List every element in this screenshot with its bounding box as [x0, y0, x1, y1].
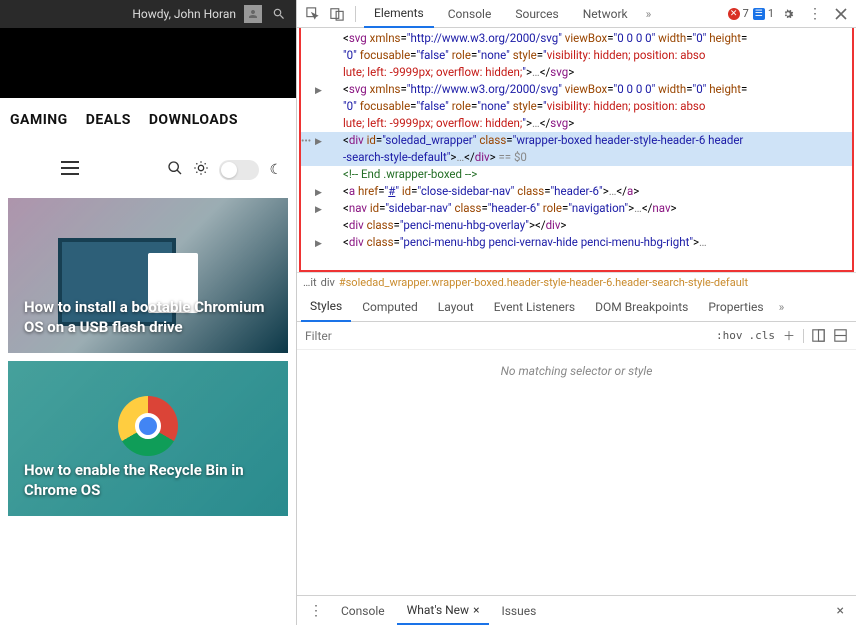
panel-layout-icon[interactable] — [832, 328, 848, 344]
styles-filter-input[interactable] — [305, 329, 461, 343]
error-count[interactable]: ✕7 — [728, 7, 749, 20]
devtools-drawer: ⋮ Console What's New× Issues × — [297, 595, 856, 625]
dom-node[interactable]: "0" focusable="false" role="none" style=… — [301, 47, 852, 64]
close-tab-icon[interactable]: × — [473, 603, 479, 617]
site-header-band — [0, 28, 296, 98]
site-nav: GAMING DEALS DOWNLOADS — [0, 98, 296, 142]
theme-toggle[interactable] — [219, 160, 259, 180]
tab-console[interactable]: Console — [438, 1, 502, 27]
tab-network[interactable]: Network — [573, 1, 638, 27]
dom-node[interactable]: lute; left: -9999px; overflow: hidden;">… — [301, 64, 852, 81]
dom-node-selected[interactable]: -search-style-default">…</div> == $0 — [301, 149, 852, 166]
dom-node-selected[interactable]: •••▶<div id="soledad_wrapper" class="wra… — [301, 132, 852, 149]
device-toggle-icon[interactable] — [327, 4, 347, 24]
drawer-tab-console[interactable]: Console — [331, 598, 395, 624]
tab-styles[interactable]: Styles — [301, 292, 351, 322]
site-toolbar: ☾ — [0, 142, 296, 198]
tab-elements[interactable]: Elements — [364, 0, 434, 28]
kebab-icon[interactable]: ⋮ — [802, 6, 828, 22]
inspect-icon[interactable] — [303, 4, 323, 24]
dom-node[interactable]: ▶<a href="#" id="close-sidebar-nav" clas… — [301, 183, 852, 200]
dom-comment[interactable]: <!-- End .wrapper-boxed --> — [301, 166, 852, 183]
dom-node[interactable]: ▶<nav id="sidebar-nav" class="header-6" … — [301, 200, 852, 217]
devtools-pane: Elements Console Sources Network » ✕7 ☰1… — [296, 0, 856, 625]
article-title: How to install a bootable Chromium OS on… — [24, 297, 272, 338]
tab-properties[interactable]: Properties — [699, 293, 772, 321]
moon-icon[interactable]: ☾ — [269, 162, 282, 178]
drawer-tab-issues[interactable]: Issues — [491, 598, 546, 624]
no-match-text: No matching selector or style — [501, 364, 653, 378]
devtools-toolbar: Elements Console Sources Network » ✕7 ☰1… — [297, 0, 856, 28]
search-icon[interactable] — [270, 5, 288, 23]
gear-icon[interactable] — [778, 4, 798, 24]
drawer-tab-whatsnew[interactable]: What's New× — [397, 597, 490, 625]
avatar-icon[interactable] — [244, 5, 262, 23]
breadcrumb-tag[interactable]: div — [321, 276, 335, 289]
breadcrumb-ellipsis: …it — [303, 276, 317, 289]
more-style-tabs-icon[interactable]: » — [775, 300, 789, 314]
dom-node[interactable]: ▶<svg xmlns="http://www.w3.org/2000/svg"… — [301, 81, 852, 98]
nav-downloads[interactable]: DOWNLOADS — [149, 112, 238, 128]
nav-gaming[interactable]: GAMING — [10, 112, 68, 128]
dom-node[interactable]: ▶<div class="penci-menu-hbg penci-vernav… — [301, 234, 852, 251]
computed-toggle-icon[interactable] — [810, 328, 826, 344]
article-card[interactable]: How to enable the Recycle Bin in Chrome … — [8, 361, 288, 516]
close-devtools-icon[interactable] — [832, 5, 850, 23]
new-style-icon[interactable]: ＋ — [781, 328, 797, 344]
tab-computed[interactable]: Computed — [353, 293, 427, 321]
sun-icon[interactable] — [193, 160, 209, 180]
chrome-logo-icon — [118, 396, 178, 456]
more-tabs-icon[interactable]: » — [642, 7, 656, 21]
styles-body: No matching selector or style — [297, 350, 856, 595]
tab-event-listeners[interactable]: Event Listeners — [485, 293, 584, 321]
hamburger-icon[interactable] — [60, 160, 80, 180]
article-title: How to enable the Recycle Bin in Chrome … — [24, 460, 272, 501]
nav-deals[interactable]: DEALS — [86, 112, 131, 128]
tab-dom-breakpoints[interactable]: DOM Breakpoints — [586, 293, 697, 321]
styles-tabs: Styles Computed Layout Event Listeners D… — [297, 292, 856, 322]
tab-sources[interactable]: Sources — [505, 1, 568, 27]
dom-tree[interactable]: <svg xmlns="http://www.w3.org/2000/svg" … — [299, 28, 854, 272]
divider — [803, 329, 804, 343]
dom-node[interactable]: "0" focusable="false" role="none" style=… — [301, 98, 852, 115]
hov-toggle[interactable]: :hov — [716, 329, 743, 342]
dom-node[interactable]: lute; left: -9999px; overflow: hidden;">… — [301, 115, 852, 132]
drawer-kebab-icon[interactable]: ⋮ — [303, 603, 329, 619]
user-greeting: Howdy, John Horan — [132, 7, 236, 21]
website-pane: Howdy, John Horan GAMING DEALS DOWNLOADS… — [0, 0, 296, 625]
article-card[interactable]: How to install a bootable Chromium OS on… — [8, 198, 288, 353]
info-count[interactable]: ☰1 — [753, 7, 774, 20]
dom-node[interactable]: <svg xmlns="http://www.w3.org/2000/svg" … — [301, 30, 852, 47]
tab-layout[interactable]: Layout — [429, 293, 483, 321]
divider — [355, 6, 356, 22]
dom-breadcrumb[interactable]: …it div#soledad_wrapper.wrapper-boxed.he… — [297, 272, 856, 292]
article-cards: How to install a bootable Chromium OS on… — [0, 198, 296, 516]
cls-toggle[interactable]: .cls — [749, 329, 776, 342]
dom-node[interactable]: <div class="penci-menu-hbg-overlay"></di… — [301, 217, 852, 234]
styles-filter-row: :hov .cls ＋ — [297, 322, 856, 350]
site-top-bar: Howdy, John Horan — [0, 0, 296, 28]
toolbar-search-icon[interactable] — [167, 160, 183, 180]
close-drawer-icon[interactable]: × — [831, 603, 850, 619]
